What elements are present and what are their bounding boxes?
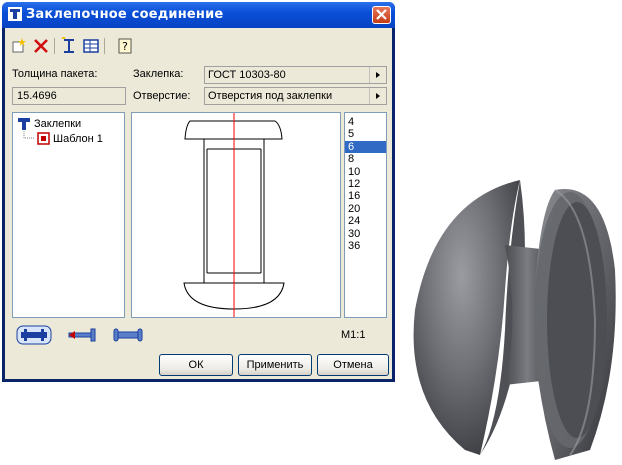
cancel-button[interactable]: Отмена (317, 354, 389, 376)
delete-icon[interactable] (32, 37, 50, 55)
size-list-item[interactable]: 4 (345, 116, 386, 128)
scale-label: М1:1 (341, 329, 366, 341)
size-list-item[interactable]: 16 (345, 190, 386, 202)
rivet-label: Заклепка: (133, 68, 184, 80)
size-list-item[interactable]: 5 (345, 128, 386, 140)
hole-select[interactable]: Отверстия под заклепки (204, 87, 387, 105)
rivet-app-icon (8, 7, 22, 21)
hole-dropdown-button[interactable] (369, 88, 386, 104)
size-list-item[interactable]: 6 (345, 140, 386, 153)
new-icon[interactable] (10, 37, 28, 55)
tree-child-label[interactable]: Шаблон 1 (53, 133, 103, 145)
thickness-value: 15.4696 (17, 90, 57, 102)
rivet-drawing (183, 113, 285, 317)
size-list-item[interactable]: 24 (345, 215, 386, 227)
hole-label: Отверстие: (133, 90, 191, 102)
rivet-select-value: ГОСТ 10303-80 (208, 69, 286, 81)
chevron-right-icon (376, 93, 380, 99)
size-list[interactable]: 4 5 6 8 10 12 16 20 24 30 36 (344, 112, 387, 318)
tree-root-label[interactable]: Заклепки (34, 118, 81, 130)
apply-button[interactable]: Применить (238, 354, 312, 376)
close-button[interactable] (372, 6, 391, 24)
toolbar-separator (104, 38, 105, 54)
rivet-dropdown-button[interactable] (369, 67, 386, 83)
template-icon (37, 132, 50, 145)
symmetric-icon[interactable] (112, 327, 144, 343)
rivet-dialog: Заклепочное соединение ? Толщина пакета:… (2, 2, 395, 382)
rivet-tree[interactable]: Заклепки Шаблон 1 (12, 112, 125, 318)
ok-button[interactable]: ОК (159, 354, 233, 376)
thickness-field[interactable]: 15.4696 (12, 87, 126, 105)
thickness-label: Толщина пакета: (12, 68, 98, 80)
size-list-item[interactable]: 30 (345, 228, 386, 240)
help-icon[interactable]: ? (116, 37, 134, 55)
rivet-3d-render (413, 180, 616, 460)
dialog-body: ? Толщина пакета: 15.4696 Заклепка: ГОСТ… (5, 28, 392, 379)
size-list-item[interactable]: 36 (345, 240, 386, 252)
size-list-item[interactable]: 12 (345, 178, 386, 190)
rivet-preview (131, 112, 341, 318)
table-icon[interactable] (82, 37, 100, 55)
window-title: Заклепочное соединение (26, 7, 224, 22)
size-list-item[interactable]: 20 (345, 203, 386, 215)
hole-select-value: Отверстия под заклепки (208, 90, 333, 102)
rivet-group-icon (18, 118, 30, 130)
size-list-item[interactable]: 10 (345, 166, 386, 178)
size-list-item[interactable]: 8 (345, 153, 386, 165)
insert-icon[interactable] (60, 37, 78, 55)
both-heads-icon[interactable] (16, 325, 52, 345)
rivet-select[interactable]: ГОСТ 10303-80 (204, 66, 387, 84)
toolbar-separator (54, 38, 55, 54)
title-bar[interactable]: Заклепочное соединение (2, 2, 395, 28)
single-head-icon[interactable] (67, 327, 99, 343)
close-icon (376, 9, 387, 20)
chevron-right-icon (376, 72, 380, 78)
svg-text:?: ? (122, 40, 128, 53)
